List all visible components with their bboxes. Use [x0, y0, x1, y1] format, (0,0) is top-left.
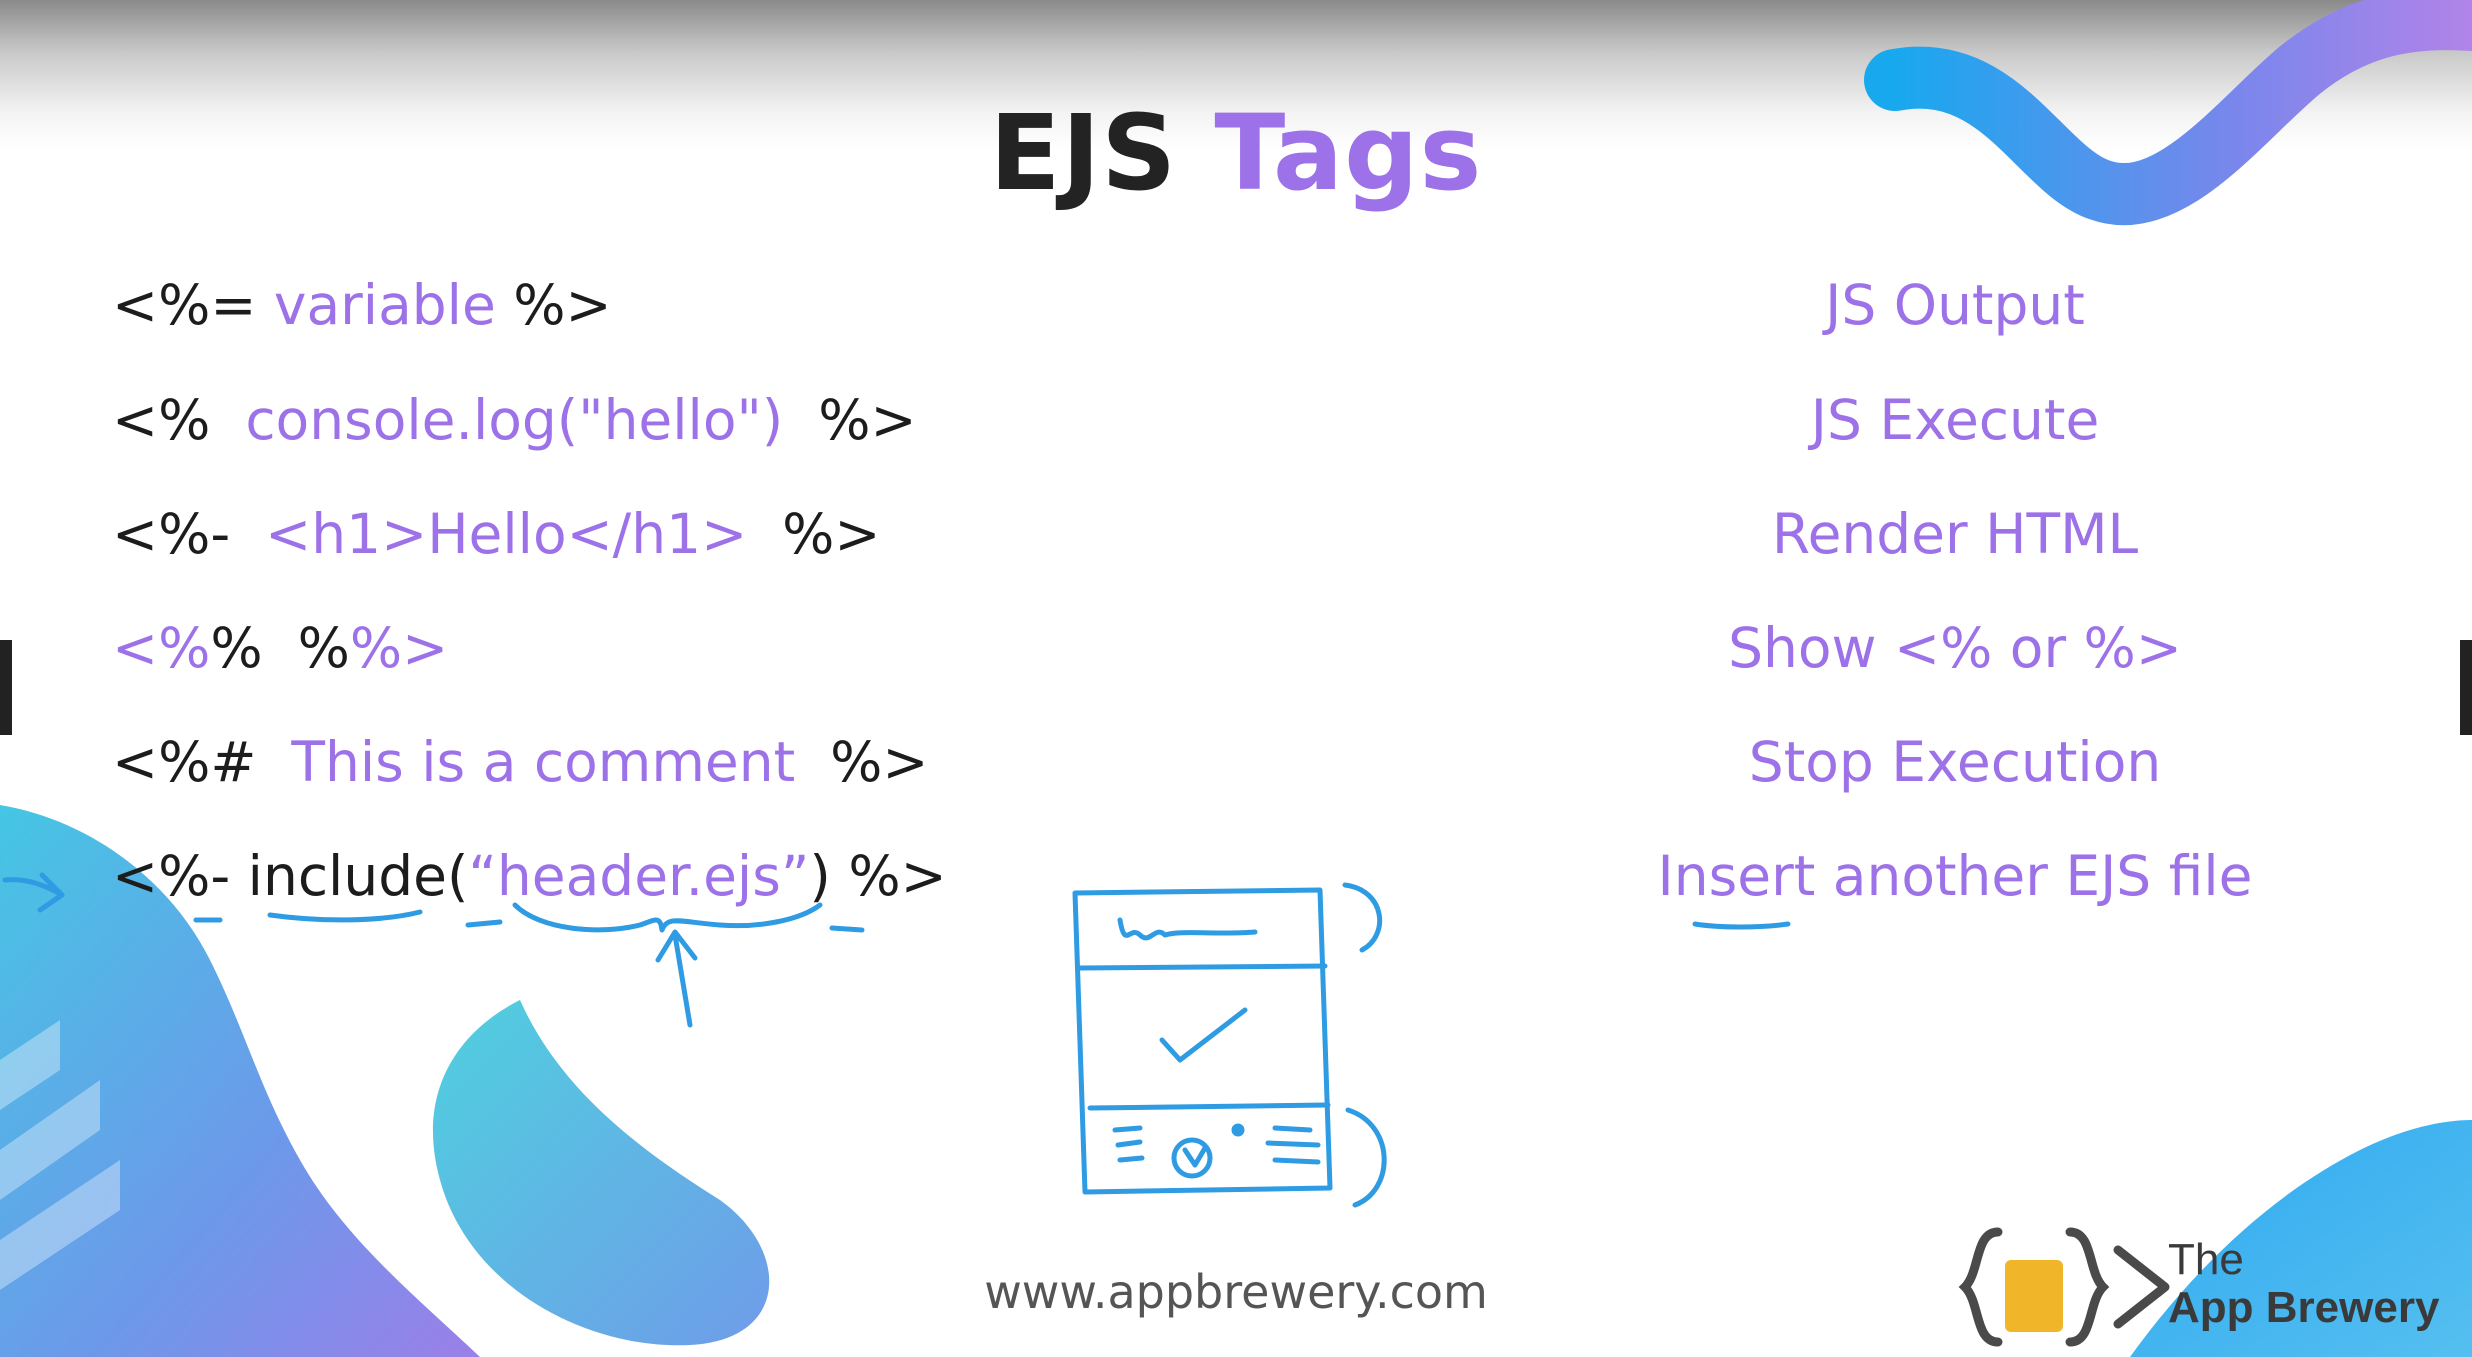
code-snippet: <%- <h1>Hello</h1> %> [112, 502, 881, 566]
code-snippet: <%% %%> [112, 616, 449, 680]
logo-line-2: App Brewery [2168, 1283, 2440, 1332]
tag-description: JS Execute [1810, 388, 2100, 452]
title-word-ejs: EJS [989, 92, 1178, 214]
code-snippet: <%# This is a comment %> [112, 730, 929, 794]
title-word-tags: Tags [1214, 92, 1483, 214]
page-title: EJS Tags [0, 88, 2472, 218]
code-snippet: <% console.log("hello") %> [112, 388, 917, 452]
footer-url[interactable]: www.appbrewery.com [0, 1262, 2472, 1322]
tag-row-comment: <%# This is a comment %> Stop Execution [0, 722, 2472, 802]
tag-row-literal: <%% %%> Show <% or %> [0, 608, 2472, 688]
app-brewery-logo-text: The App Brewery [2168, 1236, 2439, 1332]
tag-description: Insert another EJS file [1657, 844, 2253, 908]
tag-description: JS Output [1825, 273, 2085, 337]
code-snippet: <%= variable %> [112, 273, 612, 337]
tag-description: Stop Execution [1748, 730, 2162, 794]
tag-row-execute: <% console.log("hello") %> JS Execute [0, 380, 2472, 460]
tag-row-output: <%= variable %> JS Output [0, 265, 2472, 345]
code-snippet: <%- include(“header.ejs”) %> [112, 844, 947, 908]
logo-line-1: The [2168, 1235, 2244, 1284]
tag-row-include: <%- include(“header.ejs”) %> Insert anot… [0, 836, 2472, 916]
tag-row-render-html: <%- <h1>Hello</h1> %> Render HTML [0, 494, 2472, 574]
tag-description: Render HTML [1771, 502, 2139, 566]
tag-description: Show <% or %> [1728, 616, 2182, 680]
